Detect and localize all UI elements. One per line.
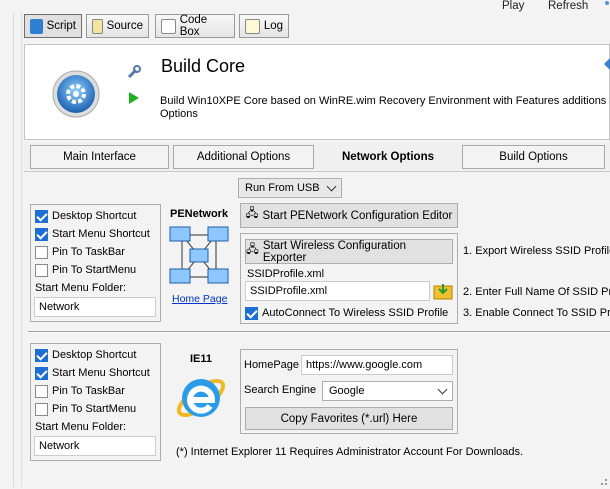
left-pane	[0, 12, 22, 487]
desktop-shortcut-checkbox[interactable]: Desktop Shortcut	[35, 207, 150, 225]
pin-taskbar-checkbox[interactable]: Pin To TaskBar	[35, 243, 150, 261]
script-header	[24, 44, 610, 140]
checkbox-box[interactable]	[245, 306, 258, 320]
tab-build-options[interactable]: Build Options	[462, 145, 605, 169]
log-icon	[245, 18, 260, 34]
autoconnect-checkbox[interactable]: AutoConnect To Wireless SSID Profile	[245, 304, 448, 322]
run-icon[interactable]	[128, 91, 140, 105]
checkbox-box[interactable]	[35, 263, 48, 277]
tab-label: Code Box	[179, 14, 208, 38]
start-menu-folder-label: Start Menu Folder:	[35, 421, 127, 433]
start-menu-shortcut-checkbox[interactable]: Start Menu Shortcut	[35, 225, 150, 243]
checkbox-label: Start Menu Shortcut	[52, 228, 150, 240]
internet-explorer-icon	[173, 368, 229, 426]
chevron-down-icon	[326, 181, 337, 192]
corner-icon	[599, 0, 610, 11]
pin-taskbar-checkbox[interactable]: Pin To TaskBar	[35, 382, 150, 400]
checkbox-label: Pin To StartMenu	[52, 403, 137, 415]
checkbox-label: AutoConnect To Wireless SSID Profile	[262, 307, 449, 319]
run-mode-select[interactable]: Run From USB	[238, 178, 342, 198]
script-icon	[30, 18, 43, 34]
search-engine-label: Search Engine	[244, 384, 317, 396]
chevron-down-icon	[437, 384, 448, 395]
ssid-profile-label: SSIDProfile.xml	[247, 268, 325, 280]
tab-additional-options[interactable]: Additional Options	[173, 145, 314, 169]
penetwork-title: PENetwork	[170, 208, 229, 220]
start-menu-folder-label: Start Menu Folder:	[35, 282, 127, 294]
search-engine-select[interactable]: Google	[322, 381, 453, 401]
penetwork-home-page-link[interactable]: Home Page	[172, 293, 227, 305]
tab-script[interactable]: Script	[24, 14, 82, 38]
ie11-shortcut-list: Desktop Shortcut Start Menu Shortcut Pin…	[35, 346, 150, 418]
pin-startmenu-checkbox[interactable]: Pin To StartMenu	[35, 261, 150, 279]
start-menu-shortcut-checkbox[interactable]: Start Menu Shortcut	[35, 364, 150, 382]
checkbox-label: Start Menu Shortcut	[52, 367, 150, 379]
resize-grip-icon[interactable]	[596, 474, 608, 486]
run-mode-value: Run From USB	[245, 182, 320, 194]
checkbox-box[interactable]	[35, 366, 48, 380]
refresh-button[interactable]: Refresh	[548, 0, 588, 12]
checkbox-box[interactable]	[35, 402, 48, 416]
ie11-admin-note: (*) Internet Explorer 11 Requires Admini…	[176, 446, 524, 458]
note-export-ssid: 1. Export Wireless SSID Profile	[463, 245, 610, 257]
tab-main-interface[interactable]: Main Interface	[30, 145, 169, 169]
tab-source[interactable]: Source	[86, 14, 149, 38]
checkbox-box[interactable]	[35, 245, 48, 259]
note-enable-connect: 3. Enable Connect To SSID Pro	[463, 307, 610, 319]
header-description-cont: Options	[160, 108, 198, 120]
source-icon	[92, 18, 103, 34]
checkbox-box[interactable]	[35, 227, 48, 241]
tab-label: Source	[106, 20, 143, 32]
header-description: Build Win10XPE Core based on WinRE.wim R…	[160, 95, 610, 107]
start-menu-folder-input[interactable]: Network	[34, 297, 156, 317]
penetwork-shortcut-list: Desktop Shortcut Start Menu Shortcut Pin…	[35, 207, 150, 279]
ie11-title: IE11	[190, 353, 213, 365]
section-divider	[28, 331, 610, 333]
tab-code-box[interactable]: Code Box	[155, 14, 235, 38]
network-config-icon: 🖧	[246, 244, 259, 256]
wrench-icon[interactable]	[126, 64, 142, 80]
search-engine-value: Google	[329, 385, 365, 397]
network-topology-icon	[166, 223, 232, 289]
code-box-icon	[161, 18, 176, 34]
ssid-profile-input[interactable]: SSIDProfile.xml	[245, 281, 430, 301]
start-menu-folder-input[interactable]: Network	[34, 436, 156, 456]
button-label: Start PENetwork Configuration Editor	[262, 209, 453, 222]
copy-favorites-button[interactable]: Copy Favorites (*.url) Here	[245, 407, 453, 430]
checkbox-label: Desktop Shortcut	[52, 210, 137, 222]
page-title: Build Core	[161, 56, 246, 76]
expand-icon[interactable]	[602, 58, 610, 70]
browse-folder-icon[interactable]	[433, 281, 453, 301]
tab-label: Script	[46, 20, 76, 32]
checkbox-box[interactable]	[35, 384, 48, 398]
note-enter-ssid-name: 2. Enter Full Name Of SSID Pro	[463, 286, 610, 298]
network-config-icon: 🖧	[245, 208, 259, 220]
checkbox-box[interactable]	[35, 209, 48, 223]
checkbox-label: Desktop Shortcut	[52, 349, 137, 361]
tab-network-options[interactable]: Network Options	[318, 145, 458, 169]
tab-log[interactable]: Log	[239, 14, 289, 38]
checkbox-label: Pin To TaskBar	[52, 246, 125, 258]
pin-startmenu-checkbox[interactable]: Pin To StartMenu	[35, 400, 150, 418]
desktop-shortcut-checkbox[interactable]: Desktop Shortcut	[35, 346, 150, 364]
homepage-label: HomePage	[244, 359, 300, 371]
homepage-input[interactable]: https://www.google.com	[301, 355, 453, 375]
button-label: Start Wireless Configuration Exporter	[262, 239, 406, 264]
tab-label: Log	[263, 20, 283, 32]
penetwork-config-editor-button[interactable]: 🖧 Start PENetwork Configuration Editor	[240, 203, 458, 228]
checkbox-box[interactable]	[35, 348, 48, 362]
build-core-gear-icon	[50, 68, 102, 120]
play-button[interactable]: Play	[502, 0, 524, 12]
wireless-exporter-button[interactable]: 🖧 Start Wireless Configuration Exporter	[245, 239, 453, 264]
left-pane-divider	[13, 14, 14, 487]
checkbox-label: Pin To TaskBar	[52, 385, 125, 397]
checkbox-label: Pin To StartMenu	[52, 264, 137, 276]
